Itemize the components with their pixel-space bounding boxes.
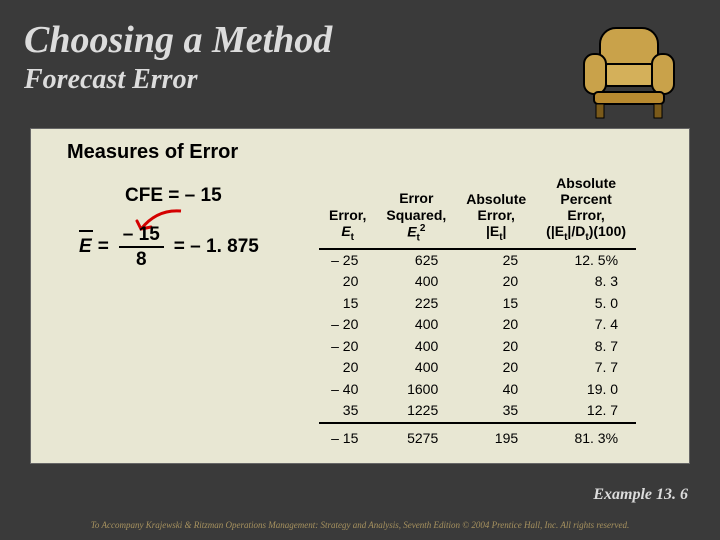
table-row: – 20400207. 4 (319, 314, 636, 336)
cfe-equation: CFE = – 15 (125, 185, 222, 207)
col-header-absolute: Absolute Error, |Et| (456, 175, 536, 249)
example-label: Example 13. 6 (593, 486, 688, 504)
error-table: Error, Et Error Squared, Et2 Absolute Er… (319, 175, 636, 453)
ebar-symbol: E (79, 236, 92, 258)
content-panel: Measures of Error CFE = – 15 E = – 15 8 … (30, 128, 690, 464)
ebar-result: = – 1. 875 (174, 236, 259, 258)
armchair-icon (574, 22, 684, 122)
table-row: 20400207. 7 (319, 357, 636, 379)
table-body: – 256252512. 5% 20400208. 3 15225155. 0 … (319, 249, 636, 454)
col-header-error: Error, Et (319, 175, 376, 249)
fraction-numerator: – 15 (119, 225, 164, 248)
table-row: 15225155. 0 (319, 293, 636, 315)
table-row: 3512253512. 7 (319, 400, 636, 423)
fraction-denominator: 8 (132, 248, 151, 269)
table-row: – 20400208. 7 (319, 336, 636, 358)
col-header-ape: Absolute Percent Error, (|Et|/Dt)(100) (536, 175, 636, 249)
table-row: – 4016004019. 0 (319, 379, 636, 401)
equals-sign: = (98, 236, 109, 258)
ebar-equation: E = – 15 8 = – 1. 875 (79, 225, 259, 269)
table-row: – 256252512. 5% (319, 249, 636, 272)
table-row: 20400208. 3 (319, 271, 636, 293)
col-header-squared: Error Squared, Et2 (376, 175, 456, 249)
footer-copyright: To Accompany Krajewski & Ritzman Operati… (0, 520, 720, 530)
table-totals-row: – 15527519581. 3% (319, 423, 636, 454)
fraction: – 15 8 (119, 225, 164, 269)
measures-heading: Measures of Error (31, 129, 689, 164)
